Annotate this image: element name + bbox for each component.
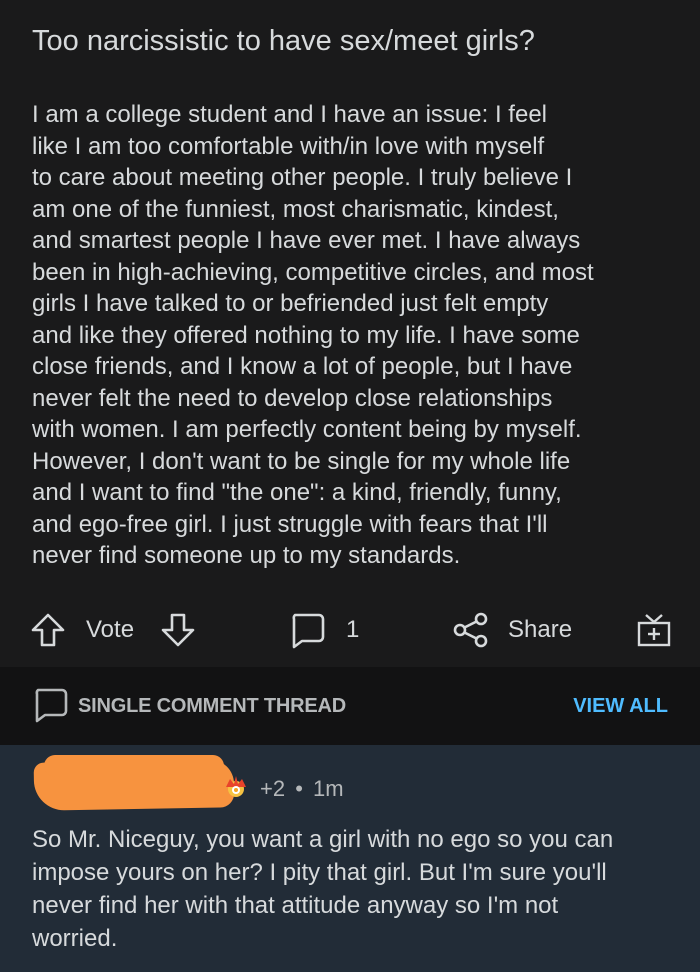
comment-count: 1	[346, 616, 360, 643]
comment-body-line: impose yours on her? I pity that girl. B…	[32, 859, 607, 886]
post-body-line: and ego-free girl. I just struggle with …	[32, 510, 548, 538]
arrow-down-icon	[161, 613, 195, 647]
comment: +2 • 1m So Mr. Niceguy, you want a girl …	[0, 745, 700, 972]
post-body-line: and smartest people I have ever met. I h…	[32, 227, 581, 254]
comment-body-line: So Mr. Niceguy, you want a girl with no …	[32, 826, 614, 853]
post-body-line: I am a college student and I have an iss…	[32, 101, 547, 128]
comment-body-line: worried.	[32, 925, 118, 952]
post-body-line: never felt the need to develop close rel…	[32, 384, 553, 412]
share-button[interactable]: Share	[452, 600, 572, 660]
upvote-button[interactable]	[30, 612, 66, 648]
downvote-button[interactable]	[160, 612, 196, 648]
post-body-line: and like they offered nothing to my life…	[32, 321, 580, 349]
post-action-bar: Vote 1 Share	[0, 600, 700, 660]
post-body-line: close friends, and I know a lot of peopl…	[32, 353, 573, 380]
meta-separator: •	[295, 776, 303, 801]
comment-age: 1m	[313, 776, 344, 801]
share-label: Share	[508, 616, 573, 643]
post-body-line: like I am too comfortable with/in love w…	[32, 132, 545, 160]
post-body-line: girls I have talked to or befriended jus…	[32, 290, 549, 317]
comment-bubble-icon	[35, 688, 68, 723]
post-body-line: with women. I am perfectly content being…	[32, 416, 582, 443]
post-title: Too narcissistic to have sex/meet girls?	[32, 25, 535, 57]
view-all-link[interactable]: VIEW ALL	[573, 693, 668, 719]
post: Too narcissistic to have sex/meet girls?…	[0, 0, 700, 667]
comment-body-line: never find her with that attitude anyway…	[32, 892, 559, 919]
thread-label: SINGLE COMMENT THREAD	[78, 695, 347, 717]
arrow-up-icon	[31, 613, 65, 647]
post-body-line: been in high-achieving, competitive circ…	[32, 258, 594, 286]
post-body-line: However, I don't want to be single for m…	[32, 447, 571, 475]
post-body-line: never find someone up to my standards.	[32, 542, 461, 569]
post-body: I am a college student and I have an iss…	[32, 99, 682, 572]
post-body-line: am one of the funniest, most charismatic…	[32, 195, 559, 223]
vote-label: Vote	[86, 616, 135, 643]
comment-body: So Mr. Niceguy, you want a girl with no …	[32, 823, 682, 955]
award-icon	[226, 776, 246, 797]
post-body-line: and I want to find "the one": a kind, fr…	[32, 479, 562, 506]
single-comment-thread-bar: SINGLE COMMENT THREAD VIEW ALL	[0, 667, 700, 745]
redacted-username-overlap	[44, 755, 224, 777]
give-award-button[interactable]	[636, 612, 672, 648]
gift-icon	[637, 614, 671, 647]
comments-button[interactable]: 1	[288, 600, 359, 660]
post-body-line: to care about meeting other people. I tr…	[32, 164, 573, 191]
comment-score: +2	[260, 776, 286, 801]
comment-meta: +2 • 1m	[260, 775, 344, 803]
comment-bubble-icon	[292, 613, 325, 649]
share-icon	[453, 612, 488, 648]
